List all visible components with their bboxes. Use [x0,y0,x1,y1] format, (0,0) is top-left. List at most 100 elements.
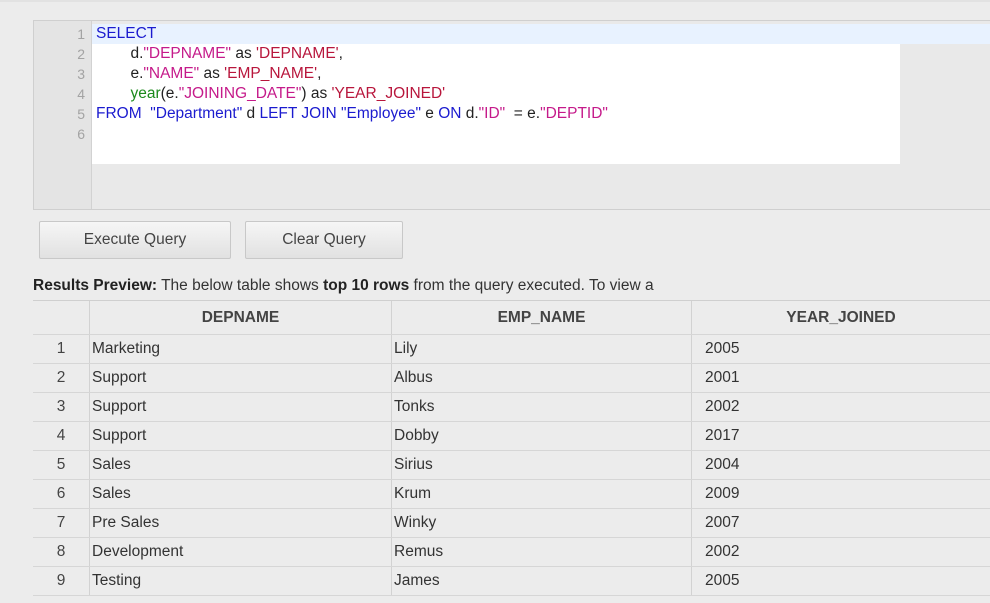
year-joined-cell: 2002 [705,398,740,415]
code-token: "DEPTID" [540,105,608,122]
code-token: SELECT [96,25,157,42]
column-header-depname[interactable]: DEPNAME [90,301,392,334]
row-index-cell: 2 [33,364,90,392]
year-joined-cell: 2005 [705,340,740,357]
table-row: 6 Sales Krum 2009 [33,480,990,509]
caption-heading: Results Preview: [33,277,158,294]
code-line: 4 year(e."JOINING_DATE") as 'YEAR_JOINED… [34,84,990,104]
code-token: as [199,65,225,82]
emp-name-cell: Dobby [392,422,692,450]
line-number: 1 [77,26,85,42]
code-token: LEFT JOIN [259,105,342,122]
code-token: (e. [160,85,179,102]
code-token: , [317,65,322,82]
code-text: year(e."JOINING_DATE") as 'YEAR_JOINED' [96,84,445,104]
line-number: 6 [77,126,85,142]
emp-name-cell: Tonks [392,393,692,421]
code-line: 1 SELECT [34,24,990,44]
code-line: 6 [34,124,990,144]
depname-cell: Support [90,422,392,450]
code-token: d. [461,105,479,122]
code-text: d."DEPNAME" as 'DEPNAME', [96,44,343,64]
emp-name-cell: Remus [392,538,692,566]
code-token: "DEPNAME" [143,45,232,62]
depname-cell: Testing [90,567,392,595]
table-row: 8 Development Remus 2002 [33,538,990,567]
results-preview-caption: Results Preview: The below table shows t… [33,277,990,295]
code-token: , [338,45,343,62]
depname-cell: Pre Sales [90,509,392,537]
code-token: "Employee" [341,105,421,122]
emp-name-cell: Albus [392,364,692,392]
depname-cell: Support [90,364,392,392]
table-row: 1 Marketing Lily 2005 [33,335,990,364]
code-token: d [242,105,260,122]
year-joined-cell: 2001 [705,369,740,386]
table-row: 7 Pre Sales Winky 2007 [33,509,990,538]
row-index-cell: 3 [33,393,90,421]
code-token: d. [96,45,144,62]
table-header-row: DEPNAME EMP_NAME YEAR_JOINED [33,301,990,335]
code-text: e."NAME" as 'EMP_NAME', [96,64,321,84]
code-text: FROM "Department" d LEFT JOIN "Employee"… [96,104,608,124]
code-token: ON [438,105,462,122]
caption-text: The below table shows [157,277,324,294]
code-line: 3 e."NAME" as 'EMP_NAME', [34,64,990,84]
code-line: 2 d."DEPNAME" as 'DEPNAME', [34,44,990,64]
depname-cell: Sales [90,451,392,479]
depname-cell: Marketing [90,335,392,363]
results-table: DEPNAME EMP_NAME YEAR_JOINED 1 Marketing L… [33,300,990,603]
code-token: "JOINING_DATE" [178,85,302,102]
emp-name-cell: Lily [392,335,692,363]
column-header-year-joined[interactable]: YEAR_JOINED [692,301,990,334]
table-row: 5 Sales Sirius 2004 [33,451,990,480]
depname-cell: Support [90,393,392,421]
row-index-cell: 9 [33,567,90,595]
column-header-emp-name[interactable]: EMP_NAME [392,301,692,334]
emp-name-cell: Krum [392,480,692,508]
row-index-cell: 7 [33,509,90,537]
code-token: "NAME" [143,65,200,82]
year-joined-cell: 2005 [705,572,740,589]
code-token: as [231,45,257,62]
emp-name-cell: James [392,567,692,595]
emp-name-cell: Winky [392,509,692,537]
row-index-cell: 4 [33,422,90,450]
code-token: "Department" [145,105,243,122]
code-token: e. [96,65,144,82]
code-token: 'DEPNAME' [256,45,339,62]
depname-cell: Development [90,538,392,566]
line-number: 3 [77,66,85,82]
execute-query-button[interactable]: Execute Query [39,221,231,259]
code-token: e [420,105,439,122]
code-token: 'EMP_NAME' [224,65,318,82]
table-row: 9 Testing James 2005 [33,567,990,596]
clear-query-button[interactable]: Clear Query [245,221,403,259]
table-row: 4 Support Dobby 2017 [33,422,990,451]
row-index-cell: 5 [33,451,90,479]
code-token: year [130,85,161,102]
table-row: 3 Support Tonks 2002 [33,393,990,422]
line-number: 4 [77,86,85,102]
row-index-cell: 6 [33,480,90,508]
caption-text-tail: from the query executed. To view a [409,277,654,294]
code-token: = e. [505,105,541,122]
year-joined-cell: 2007 [705,514,740,531]
code-token: "ID" [478,105,506,122]
year-joined-cell: 2004 [705,456,740,473]
year-joined-cell: 2017 [705,427,740,444]
year-joined-cell: 2009 [705,485,740,502]
sql-editor[interactable]: 1 SELECT 2 d."DEPNAME" as 'DEPNAME', 3 e."N… [33,20,990,210]
line-number: 5 [77,106,85,122]
emp-name-cell: Sirius [392,451,692,479]
code-token: 'YEAR_JOINED' [331,85,446,102]
row-index-cell: 1 [33,335,90,363]
line-number: 2 [77,46,85,62]
code-token: ) as [301,85,332,102]
query-panel: 1 SELECT 2 d."DEPNAME" as 'DEPNAME', 3 e."N… [0,0,990,603]
table-row: 2 Support Albus 2001 [33,364,990,393]
depname-cell: Sales [90,480,392,508]
year-joined-cell: 2002 [705,543,740,560]
code-line: 5 FROM "Department" d LEFT JOIN "Employee… [34,104,990,124]
